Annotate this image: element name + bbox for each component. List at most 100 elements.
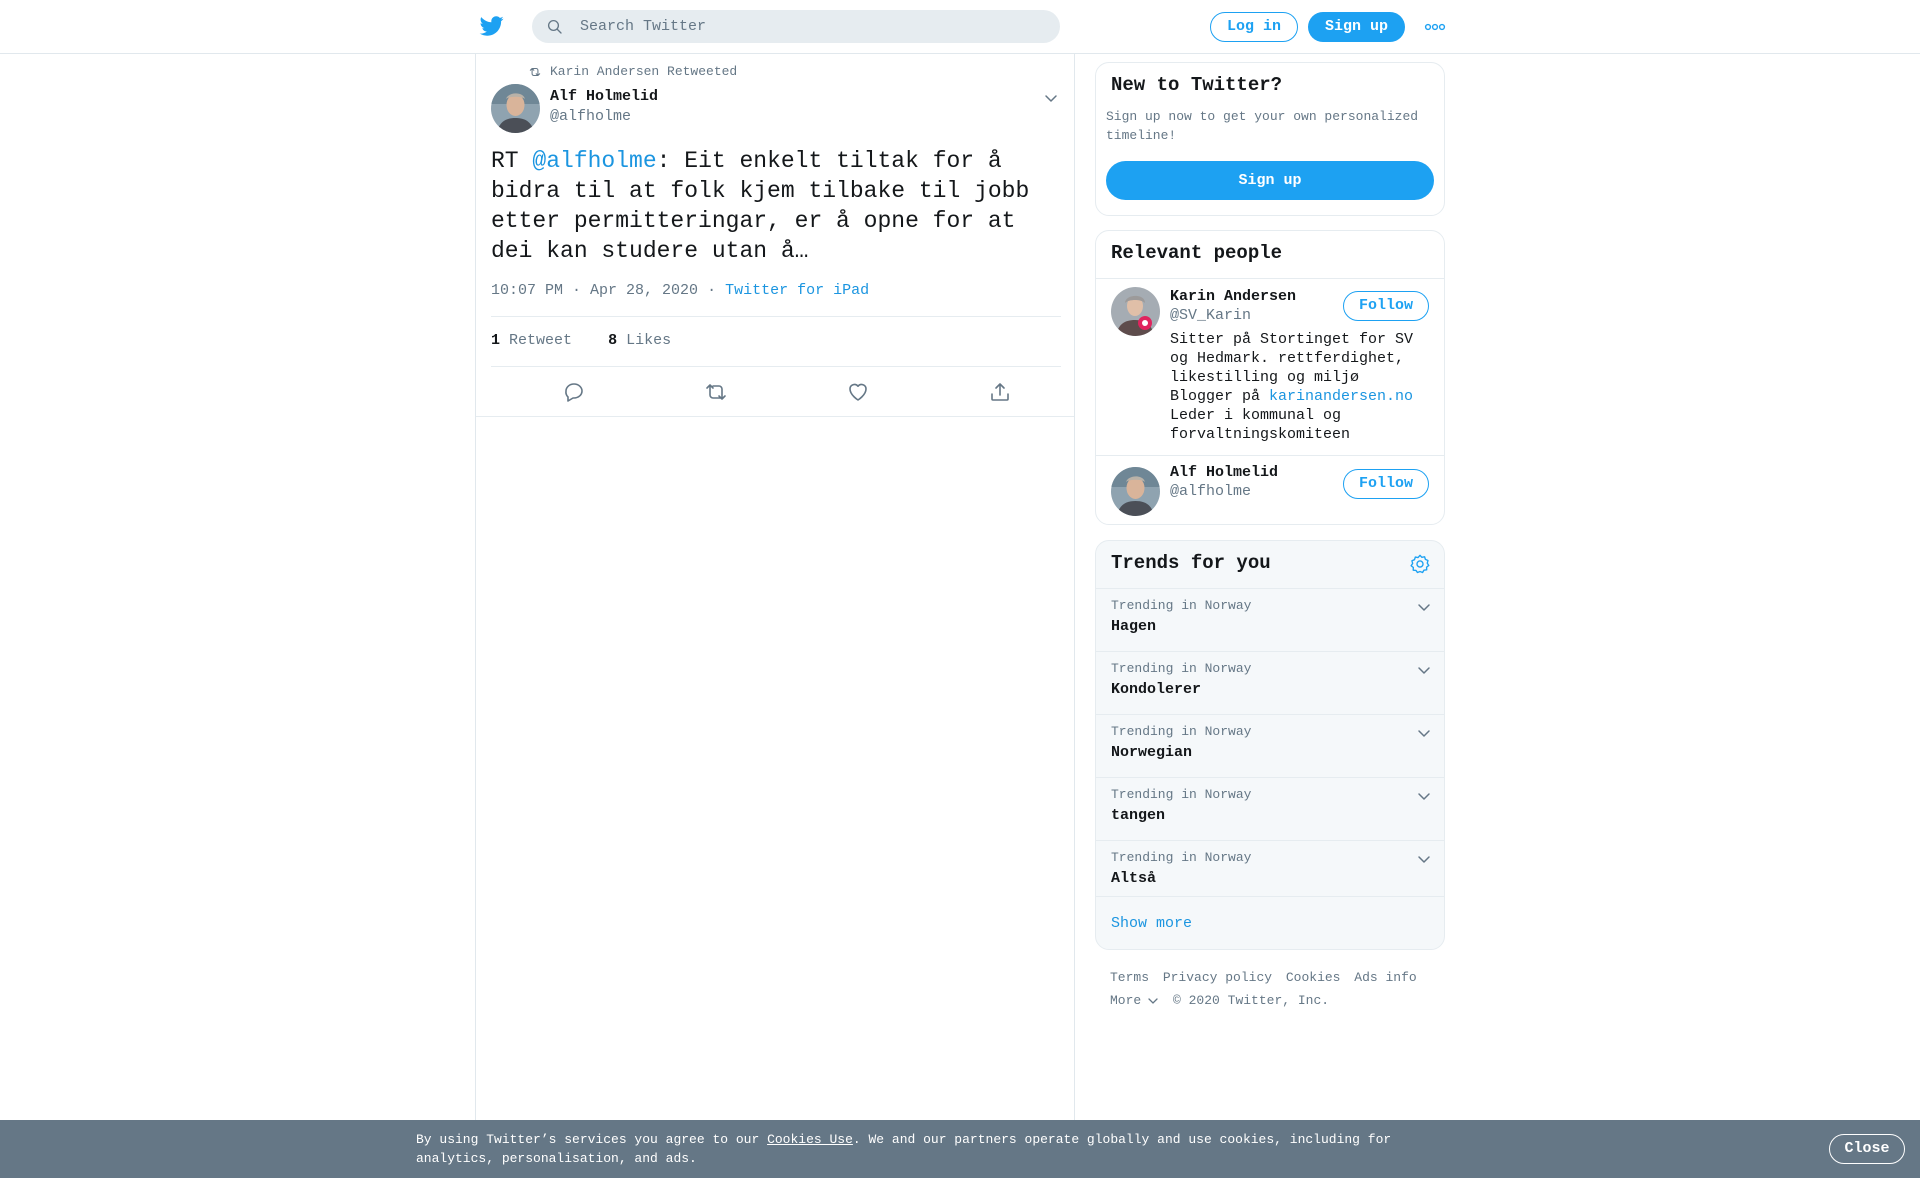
trend-item[interactable]: Trending in Norway tangen (1096, 777, 1444, 840)
like-count: 8 (608, 332, 618, 349)
bio-line: Sitter på Stortinget for SV og Hedmark. … (1170, 331, 1414, 386)
twitter-bird-icon[interactable] (478, 14, 506, 38)
search-input[interactable] (580, 10, 1040, 43)
trend-name[interactable]: Norwegian (1111, 744, 1192, 761)
bio-line: Leder i kommunal og forvaltningskomiteen (1170, 407, 1351, 443)
cookie-banner: By using Twitter’s services you agree to… (0, 1120, 1920, 1178)
avatar[interactable] (491, 84, 540, 133)
copyright: © 2020 Twitter, Inc. (1173, 993, 1330, 1008)
like-stat[interactable]: 8 Likes (608, 332, 671, 349)
avatar-alf-holmelid (1111, 467, 1160, 516)
top-bar: Log in Sign up (0, 0, 1920, 54)
mention-link[interactable]: @alfholme (532, 148, 656, 174)
chevron-down-icon[interactable] (1416, 788, 1432, 804)
author-handle[interactable]: @alfholme (550, 108, 631, 125)
cookies-use-link[interactable]: Cookies Use (767, 1132, 853, 1147)
show-more-link[interactable]: Show more (1111, 915, 1192, 932)
new-to-twitter-card: New to Twitter? Sign up now to get your … (1095, 62, 1445, 216)
search-box[interactable] (532, 10, 1060, 43)
trend-context: Trending in Norway (1111, 787, 1252, 802)
person-handle[interactable]: @SV_Karin (1170, 307, 1251, 324)
cookie-text: By using Twitter’s services you agree to… (416, 1130, 1416, 1168)
chevron-down-icon[interactable] (1416, 599, 1432, 615)
trend-name[interactable]: Hagen (1111, 618, 1156, 635)
bio-line: Blogger på karinandersen.no (1170, 387, 1432, 406)
tweet-stats: 1 Retweet 8 Likes (491, 332, 671, 349)
chevron-down-icon[interactable] (1416, 662, 1432, 678)
trend-name[interactable]: Kondolerer (1111, 681, 1201, 698)
footer-more-label: More (1110, 993, 1142, 1008)
author-name[interactable]: Alf Holmelid (550, 88, 658, 105)
trend-item[interactable]: Trending in Norway Hagen (1096, 588, 1444, 651)
meta-separator: · (707, 282, 717, 299)
person-bio: Sitter på Stortinget for SV og Hedmark. … (1170, 330, 1432, 444)
footer-more-button[interactable]: More (1110, 993, 1159, 1008)
trend-context: Trending in Norway (1111, 850, 1252, 865)
trend-item[interactable]: Trending in Norway Norwegian (1096, 714, 1444, 777)
trend-name[interactable]: Altså (1111, 870, 1156, 887)
footer-links: Terms Privacy policy Cookies Ads info (1110, 966, 1440, 989)
follow-button[interactable]: Follow (1343, 291, 1429, 321)
relevant-people-header: Relevant people (1096, 231, 1444, 279)
share-icon[interactable] (988, 380, 1012, 404)
sidebar-signup-button[interactable]: Sign up (1106, 161, 1434, 200)
trend-item[interactable]: Trending in Norway Kondolerer (1096, 651, 1444, 714)
reply-icon[interactable] (562, 380, 586, 404)
cookie-text-before: By using Twitter’s services you agree to… (416, 1132, 768, 1147)
chevron-down-icon (1148, 997, 1158, 1004)
new-to-twitter-description: Sign up now to get your own personalized… (1106, 109, 1419, 143)
gear-icon[interactable] (1409, 553, 1431, 575)
retweet-count: 1 (491, 332, 501, 349)
retweet-context: Karin Andersen Retweeted (528, 64, 737, 79)
chevron-down-icon[interactable] (1043, 90, 1059, 106)
new-to-twitter-title: New to Twitter? (1111, 74, 1283, 96)
footer-link-privacy[interactable]: Privacy policy (1163, 970, 1272, 985)
relevant-people-card: Relevant people Karin Andersen @SV_Karin… (1095, 230, 1445, 525)
retweet-icon (529, 67, 541, 76)
avatar[interactable] (1111, 467, 1160, 516)
signup-button[interactable]: Sign up (1308, 12, 1405, 42)
divider (1096, 455, 1444, 456)
tweet-time[interactable]: 10:07 PM · Apr 28, 2020 (491, 282, 698, 299)
trends-card: Trends for you Trending in Norway Hagen … (1095, 540, 1445, 950)
footer-link-cookies[interactable]: Cookies (1286, 970, 1341, 985)
trends-header: Trends for you (1096, 541, 1444, 589)
tweet-meta: 10:07 PM · Apr 28, 2020 · Twitter for iP… (491, 282, 869, 299)
trend-context: Trending in Norway (1111, 661, 1252, 676)
tweet-column: Karin Andersen Retweeted Alf Holmelid @a… (475, 54, 1075, 1178)
retweet-stat[interactable]: 1 Retweet (491, 332, 572, 349)
trend-name[interactable]: tangen (1111, 807, 1165, 824)
tweet-text: RT @alfholme: Eit enkelt tiltak for å bi… (491, 146, 1061, 266)
footer-link-ads-info[interactable]: Ads info (1354, 970, 1416, 985)
chevron-down-icon[interactable] (1416, 851, 1432, 867)
avatar-karin-andersen (1111, 287, 1160, 336)
show-more-trends[interactable]: Show more (1096, 896, 1444, 949)
bio-website-link[interactable]: karinandersen.no (1269, 388, 1413, 405)
tweet-source[interactable]: Twitter for iPad (725, 282, 869, 299)
trend-context: Trending in Norway (1111, 598, 1252, 613)
search-icon (547, 19, 562, 34)
tweet-text-prefix: RT (491, 148, 533, 174)
retweet-label: Retweet (509, 332, 573, 349)
person-handle[interactable]: @alfholme (1170, 483, 1251, 500)
trend-context: Trending in Norway (1111, 724, 1252, 739)
close-cookie-button[interactable]: Close (1829, 1134, 1905, 1164)
more-dots-icon[interactable] (1424, 22, 1446, 32)
footer-bottom: More © 2020 Twitter, Inc. (1110, 989, 1440, 1012)
person-name[interactable]: Alf Holmelid (1170, 464, 1278, 481)
retweeted-by-text[interactable]: Karin Andersen Retweeted (550, 64, 737, 79)
login-button[interactable]: Log in (1210, 12, 1298, 42)
heart-icon[interactable] (846, 380, 870, 404)
divider (491, 316, 1061, 317)
tweet-actions (476, 367, 1074, 417)
trend-item[interactable]: Trending in Norway Altså (1096, 840, 1444, 903)
avatar[interactable] (1111, 287, 1160, 336)
chevron-down-icon[interactable] (1416, 725, 1432, 741)
relevant-people-title: Relevant people (1111, 242, 1283, 264)
person-name[interactable]: Karin Andersen (1170, 288, 1296, 305)
retweet-icon[interactable] (704, 380, 728, 404)
footer-link-terms[interactable]: Terms (1110, 970, 1149, 985)
follow-button[interactable]: Follow (1343, 469, 1429, 499)
like-label: Likes (626, 332, 672, 349)
trends-title: Trends for you (1111, 552, 1271, 574)
